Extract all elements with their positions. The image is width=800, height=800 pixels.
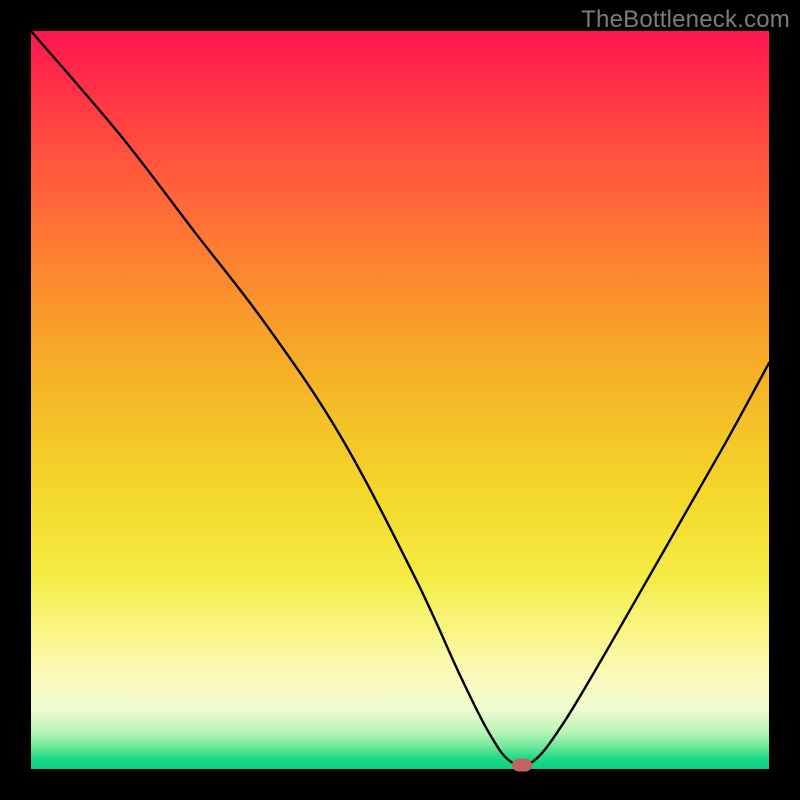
bottleneck-curve xyxy=(31,31,769,769)
watermark-text: TheBottleneck.com xyxy=(581,6,790,34)
plot-area xyxy=(31,31,769,769)
optimum-marker xyxy=(512,759,532,772)
chart-container: TheBottleneck.com xyxy=(0,0,800,800)
